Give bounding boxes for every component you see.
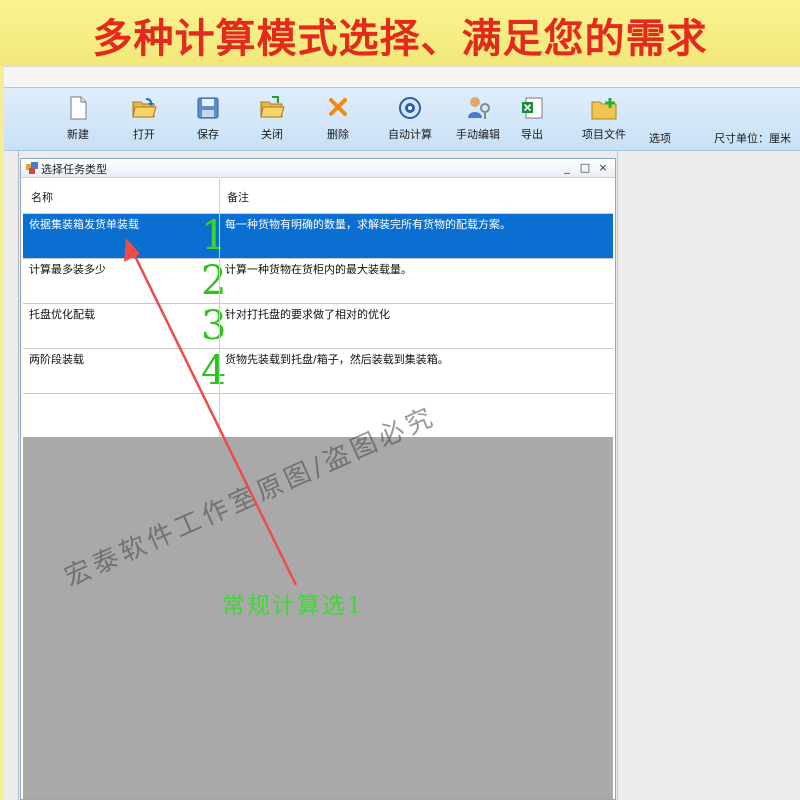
row-number-label: 4 [201,348,227,394]
row-number-label: 2 [201,258,227,304]
task-name: 托盘优化配载 [29,308,95,321]
task-note: 货物先装载到托盘/箱子，然后装载到集装箱。 [225,353,449,366]
column-divider [219,179,220,437]
task-name: 依据集装箱发货单装载 [29,218,139,231]
grid-header: 名称 备注 [23,179,613,214]
new-button[interactable]: 新建 [46,92,110,146]
delete-button-label: 删除 [327,128,349,141]
options-menu[interactable]: 选项 [649,130,671,146]
save-disk-icon [197,97,219,119]
workspace-divider-left [18,151,19,800]
task-note: 计算一种货物在货柜内的最大装载量。 [225,263,412,276]
project-files-button[interactable]: 项目文件 [572,92,636,146]
task-row-2[interactable]: 计算最多装多少 2 计算一种货物在货柜内的最大装载量。 [23,259,613,304]
close-file-button[interactable]: 关闭 [240,92,304,146]
toolbar: 新建 打开 保存 关闭 删除 自动计算 手动编辑 导出 项目文件 选项 尺寸单位… [4,87,800,151]
column-header-note[interactable]: 备注 [227,189,249,205]
delete-x-icon [329,98,347,116]
auto-calc-button-label: 自动计算 [388,128,432,141]
open-button-label: 打开 [133,128,155,141]
project-files-button-label: 项目文件 [582,128,626,141]
auto-calc-icon [399,97,421,119]
empty-row[interactable] [23,394,613,439]
dialog-title: 选择任务类型 [41,163,107,176]
project-folder-icon [591,98,617,120]
dialog-titlebar[interactable]: 选择任务类型 _ □ × [21,159,615,178]
open-folder-icon [132,98,157,118]
task-row-1[interactable]: 依据集装箱发货单装载 1 每一种货物有明确的数量，求解装完所有货物的配载方案。 [23,214,613,259]
task-row-3[interactable]: 托盘优化配载 3 针对打托盘的要求做了相对的优化 [23,304,613,349]
menu-strip [4,67,800,87]
unit-label: 尺寸单位：厘米 [714,132,791,145]
task-name: 计算最多装多少 [29,263,106,276]
auto-calc-button[interactable]: 自动计算 [378,92,442,146]
promo-banner: 多种计算模式选择、满足您的需求 [0,0,800,66]
banner-title: 多种计算模式选择、满足您的需求 [92,16,708,62]
save-button-label: 保存 [197,128,219,141]
export-button-label: 导出 [521,128,543,141]
close-file-button-label: 关闭 [261,128,283,141]
minimize-button[interactable]: _ [559,160,575,176]
export-button[interactable]: 导出 [500,92,564,146]
workspace-divider-right [617,151,618,800]
task-name: 两阶段装载 [29,353,84,366]
task-type-grid: 名称 备注 依据集装箱发货单装载 1 每一种货物有明确的数量，求解装完所有货物的… [23,179,613,439]
screenshot-frame: 多种计算模式选择、满足您的需求 新建 打开 保存 关闭 删除 自动计算 手动编辑… [0,0,800,800]
export-excel-icon [522,97,543,119]
task-row-4[interactable]: 两阶段装载 4 货物先装载到托盘/箱子，然后装载到集装箱。 [23,349,613,394]
manual-edit-icon [468,97,490,119]
row-number-label: 3 [201,303,227,349]
row-number-label: 1 [201,213,227,259]
task-note: 每一种货物有明确的数量，求解装完所有货物的配载方案。 [225,218,511,231]
close-folder-icon [260,96,285,118]
new-file-icon [70,96,87,120]
open-button[interactable]: 打开 [112,92,176,146]
maximize-button[interactable]: □ [577,160,593,176]
save-button[interactable]: 保存 [176,92,240,146]
callout-text: 常规计算选1 [222,593,364,619]
new-button-label: 新建 [67,128,89,141]
close-button[interactable]: × [595,160,611,176]
delete-button[interactable]: 删除 [306,92,370,146]
window-app-icon [26,162,38,174]
column-header-name[interactable]: 名称 [31,189,53,205]
task-note: 针对打托盘的要求做了相对的优化 [225,308,390,321]
